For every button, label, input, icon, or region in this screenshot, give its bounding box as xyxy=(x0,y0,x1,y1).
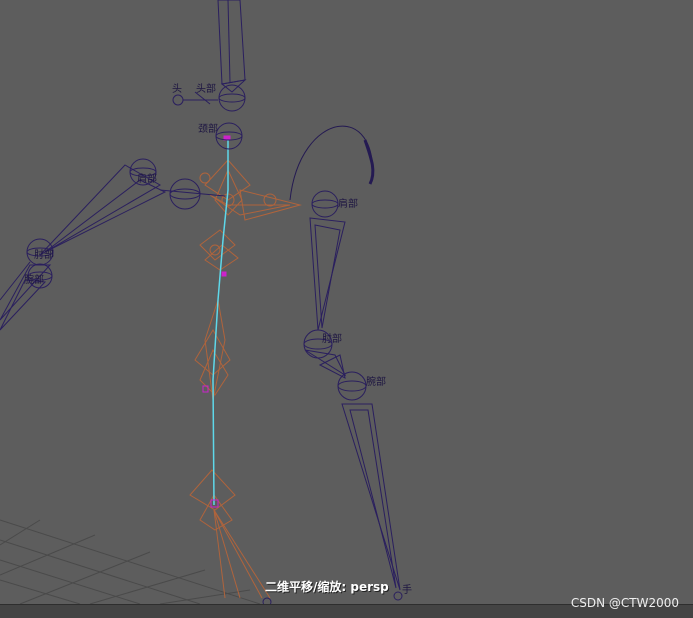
label-left-elbow: 肘部 xyxy=(34,248,54,261)
label-right-wrist: 腕部 xyxy=(366,375,386,388)
label-neck: 颈部 xyxy=(198,122,218,135)
label-head: 头 xyxy=(172,83,182,95)
watermark-text: CSDN @CTW2000 xyxy=(570,596,679,610)
label-right-hand: 手 xyxy=(402,583,412,596)
viewport-scene[interactable]: 头 头部 颈部 肩部 肘部 腕部 肩部 肘部 腕部 手 xyxy=(0,0,693,618)
label-right-elbow: 肘部 xyxy=(322,332,342,345)
label-left-wrist: 腕部 xyxy=(24,273,44,286)
label-left-shoulder: 肩部 xyxy=(137,172,157,185)
label-head-top: 头部 xyxy=(196,82,216,95)
spine-chain-geometry xyxy=(189,159,302,599)
label-right-shoulder: 肩部 xyxy=(338,197,358,210)
camera-hud-label: 二维平移/缩放: persp xyxy=(265,580,389,594)
maya-viewport-persp[interactable]: 头 头部 颈部 肩部 肘部 腕部 肩部 肘部 腕部 手 二维平移/缩放: per… xyxy=(0,0,693,618)
